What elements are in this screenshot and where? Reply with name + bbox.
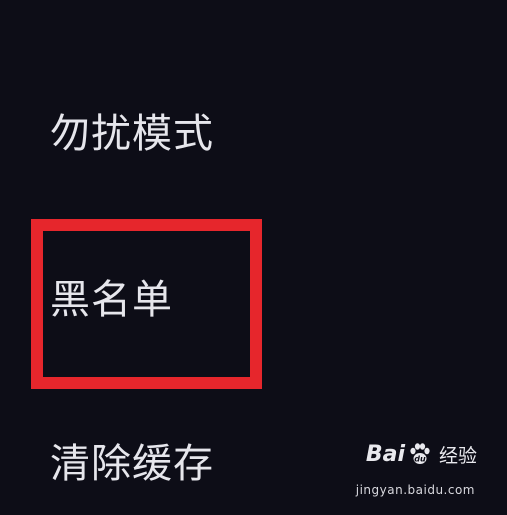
svg-text:du: du: [414, 455, 426, 464]
menu-item-label: 勿扰模式: [50, 111, 214, 157]
settings-screen: 勿扰模式 黑名单 清除缓存 Bai du 经验 jingyan.baidu.co…: [0, 0, 507, 515]
menu-item-blacklist[interactable]: 黑名单: [50, 266, 173, 326]
baidu-jingyan-watermark: Bai du 经验 jingyan.baidu.com: [355, 437, 477, 498]
menu-item-clear-cache[interactable]: 清除缓存: [50, 430, 214, 490]
watermark-logo: Bai du 经验: [366, 437, 477, 471]
watermark-brand: Bai: [365, 441, 405, 467]
menu-item-label: 清除缓存: [50, 441, 214, 487]
menu-item-label: 黑名单: [50, 277, 173, 323]
menu-item-do-not-disturb[interactable]: 勿扰模式: [50, 100, 214, 160]
baidu-paw-icon: du: [410, 443, 430, 464]
watermark-product: 经验: [438, 444, 477, 467]
watermark-url: jingyan.baidu.com: [355, 483, 475, 497]
